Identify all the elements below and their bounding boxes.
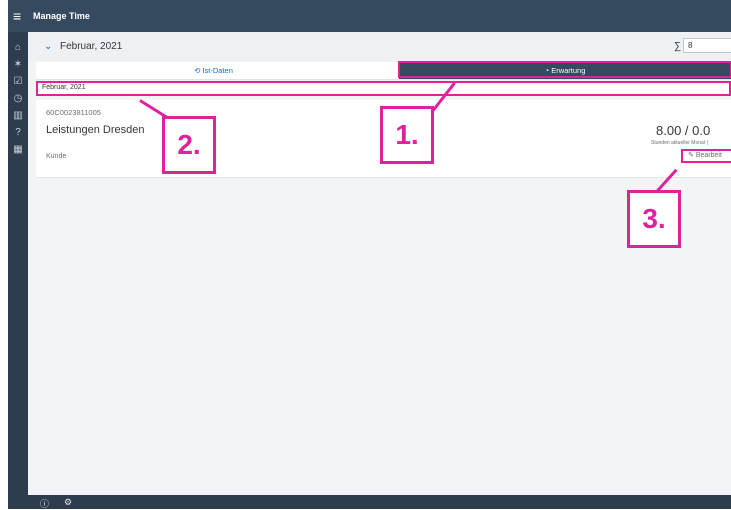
home-icon[interactable]: ⌂: [12, 42, 24, 54]
filter-value: Februar, 2021: [42, 84, 86, 91]
month-filter-input[interactable]: Februar, 2021: [36, 81, 731, 96]
clock-icon[interactable]: ◷: [12, 93, 24, 105]
main-content: ⌄ Februar, 2021 ∑ 8 ⟲ Ist-Daten ◔ Erwart…: [28, 32, 731, 495]
month-title: Februar, 2021: [60, 41, 123, 52]
side-navigation: ⌂ ✶ ☑ ◷ ▥ ? ▦: [8, 32, 28, 509]
tab-label: Ist-Daten: [202, 66, 233, 75]
app-title: Manage Time: [33, 11, 90, 21]
annotation-1: 1.: [380, 106, 434, 164]
outer-margin: [0, 0, 8, 509]
help-icon[interactable]: ?: [12, 127, 24, 139]
runner-icon[interactable]: ✶: [12, 59, 24, 71]
history-icon: ⟲: [194, 66, 201, 75]
edit-button[interactable]: ✎ Bearbeit: [688, 151, 722, 159]
checkbox-icon[interactable]: ☑: [12, 76, 24, 88]
tab-bar: ⟲ Ist-Daten ◔ Erwartung: [36, 61, 731, 80]
hours-value: 8.00 / 0.0: [656, 123, 711, 138]
order-name: Leistungen Dresden: [46, 124, 145, 136]
tab-ist-daten[interactable]: ⟲ Ist-Daten: [36, 62, 391, 79]
footer-toolbar: ⓘ ⚙: [28, 495, 731, 509]
menu-icon[interactable]: ≡: [13, 9, 21, 23]
highlight-box-1: [398, 61, 731, 78]
edit-label: Bearbeit: [695, 152, 722, 159]
hours-caption: Stunden aktueller Monat (: [651, 140, 709, 146]
month-header: ⌄ Februar, 2021 ∑ 8: [28, 32, 731, 61]
order-code: 60C0023811005: [46, 108, 101, 117]
customer-label: Kunde: [46, 153, 67, 160]
sum-field[interactable]: 8: [683, 38, 731, 53]
settings-icon[interactable]: ⚙: [64, 497, 72, 508]
shell-bar: ≡ Manage Time: [8, 0, 731, 32]
info-icon[interactable]: ⓘ: [40, 497, 49, 510]
chart-icon[interactable]: ▥: [12, 110, 24, 122]
calendar-icon[interactable]: ▦: [12, 144, 24, 156]
app-frame: ≡ Manage Time ⌂ ✶ ☑ ◷ ▥ ? ▦ ⌄ Februar, 2…: [0, 0, 731, 509]
annotation-3: 3.: [627, 190, 681, 248]
chevron-down-icon[interactable]: ⌄: [44, 41, 52, 52]
pencil-icon: ✎: [688, 152, 694, 159]
annotation-2: 2.: [162, 116, 216, 174]
sum-icon: ∑: [674, 41, 682, 52]
